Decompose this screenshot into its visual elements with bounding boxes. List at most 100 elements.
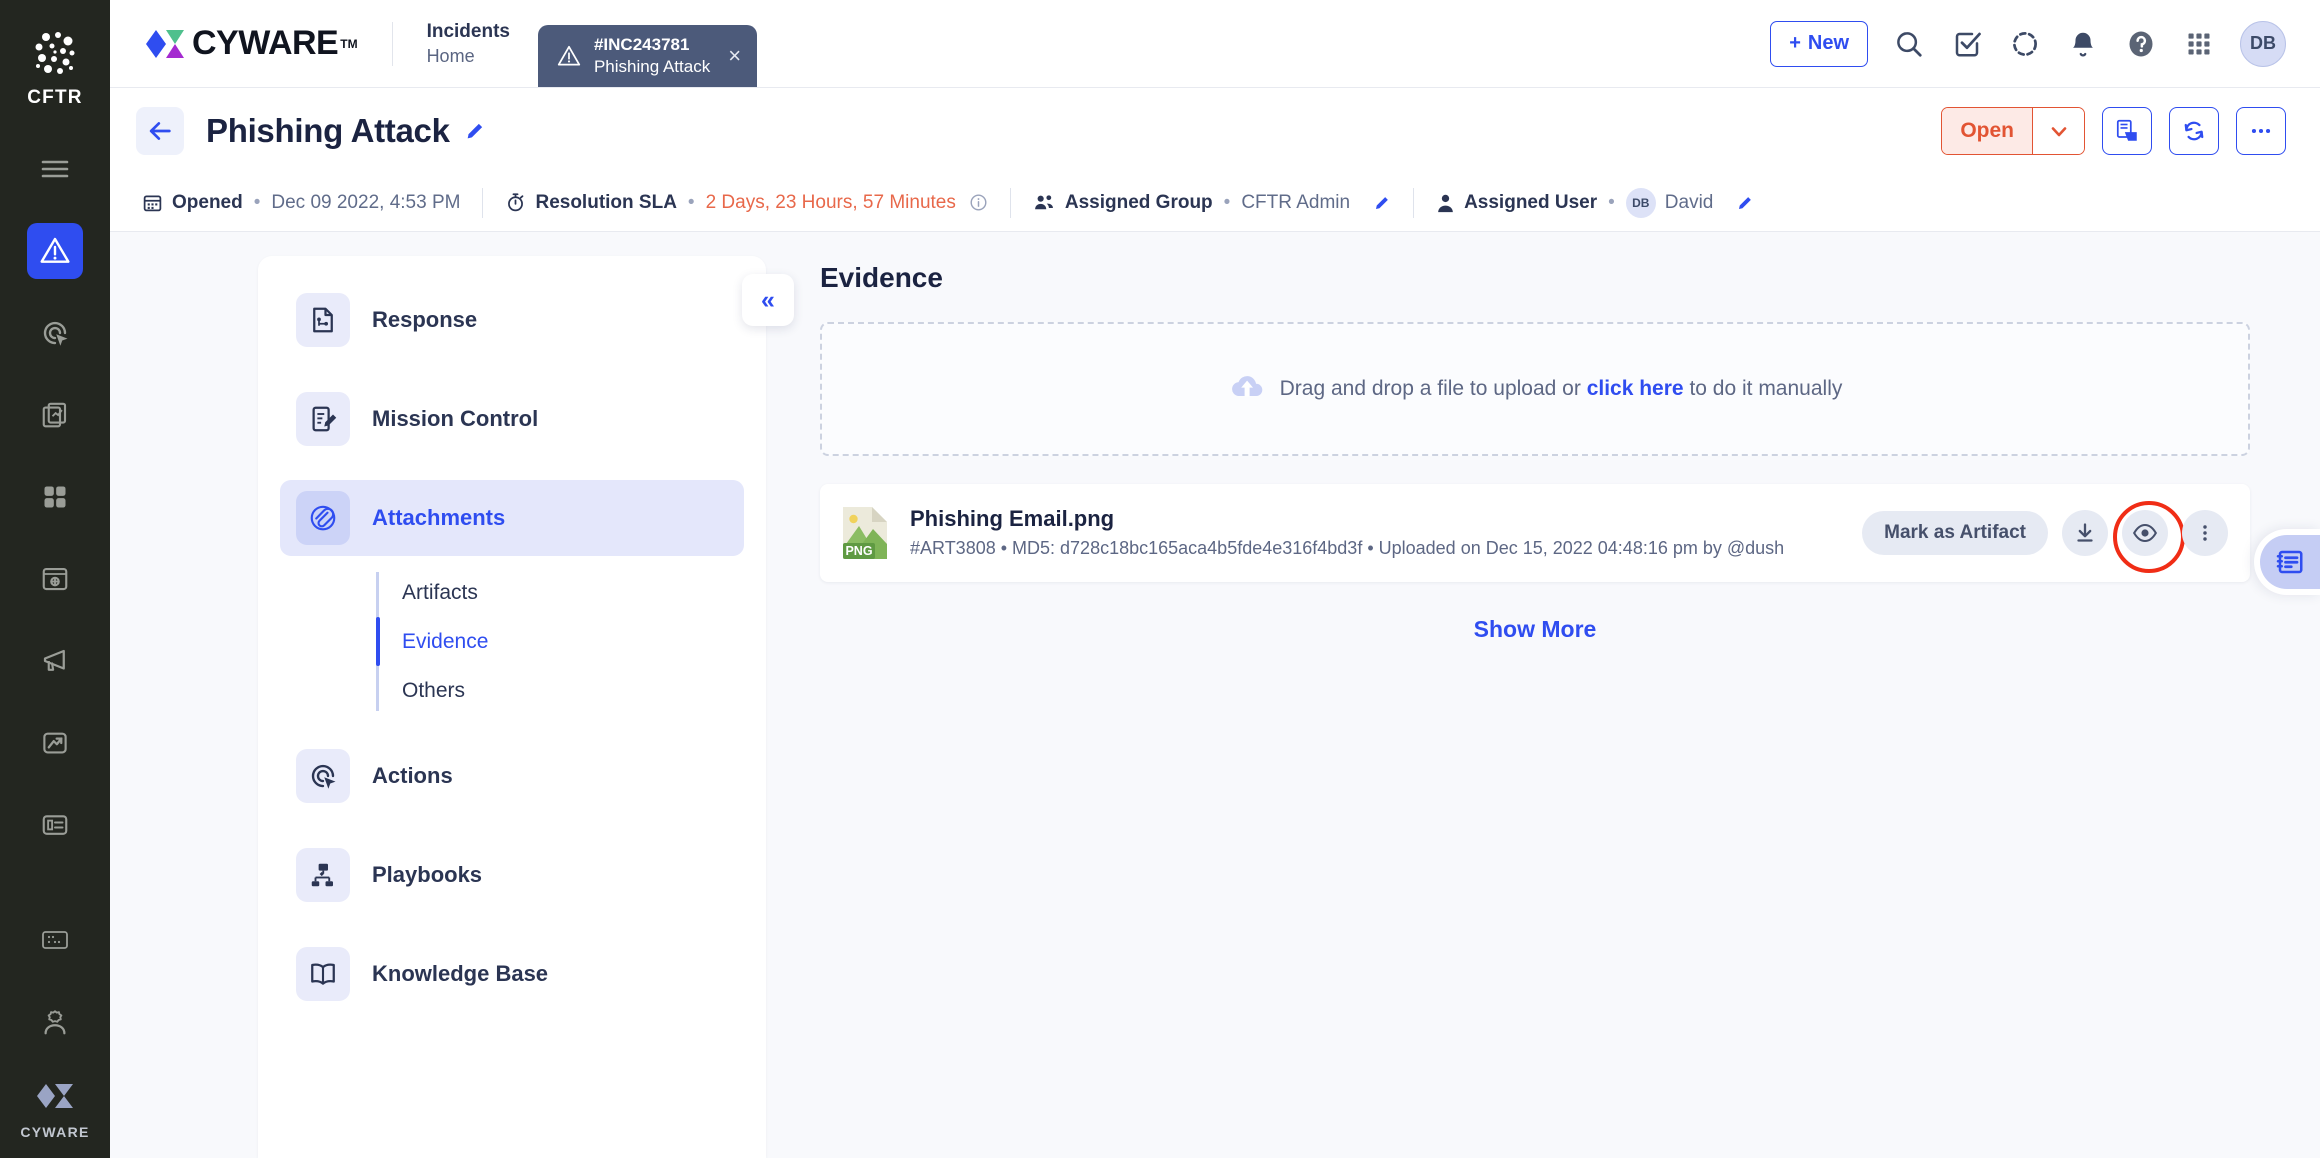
nav-item-label: Actions bbox=[372, 763, 453, 789]
nav-item-actions[interactable]: Actions bbox=[280, 738, 744, 814]
opened-label: Opened bbox=[172, 192, 243, 214]
user-value: David bbox=[1665, 192, 1714, 214]
more-options-icon[interactable] bbox=[2236, 107, 2286, 155]
settings-window-icon bbox=[40, 564, 70, 594]
nav-item-label: Attachments bbox=[372, 505, 505, 531]
merge-incident-icon[interactable] bbox=[2102, 107, 2152, 155]
sla-value: 2 Days, 23 Hours, 57 Minutes bbox=[706, 192, 956, 214]
sub-item-artifacts[interactable]: Artifacts bbox=[402, 568, 766, 617]
meta-sla: Resolution SLA • 2 Days, 23 Hours, 57 Mi… bbox=[505, 192, 987, 214]
incident-actions: Open bbox=[1941, 107, 2286, 155]
apps-grid-icon[interactable] bbox=[2182, 27, 2216, 61]
cyware-logo-icon bbox=[144, 22, 188, 66]
meta-opened: Opened • Dec 09 2022, 4:53 PM bbox=[142, 192, 460, 214]
calendar-icon bbox=[142, 192, 163, 213]
evidence-file-row[interactable]: PNG Phishing Email.png #ART3808 • MD5: d… bbox=[820, 484, 2250, 582]
open-incident-tab[interactable]: #INC243781 Phishing Attack × bbox=[538, 25, 757, 87]
status-badge[interactable]: Open bbox=[1941, 107, 2085, 155]
user-icon bbox=[1436, 192, 1455, 214]
sidebar-item-records[interactable] bbox=[27, 797, 83, 853]
notes-panel-icon bbox=[2275, 547, 2305, 577]
trending-icon bbox=[40, 728, 70, 758]
page-body: « Response Mission Control bbox=[110, 232, 2320, 1158]
sidebar-item-admin[interactable] bbox=[27, 994, 83, 1050]
actions-target-icon bbox=[40, 318, 70, 348]
sidebar-item-announcements[interactable] bbox=[27, 633, 83, 689]
meta-separator bbox=[1010, 188, 1011, 218]
file-dropzone[interactable]: Drag and drop a file to upload or click … bbox=[820, 322, 2250, 456]
avatar[interactable]: DB bbox=[2240, 21, 2286, 67]
cyware-brand[interactable]: CYWARE TM bbox=[144, 22, 358, 66]
refresh-icon[interactable] bbox=[2169, 107, 2219, 155]
nav-gap bbox=[258, 814, 766, 837]
group-label: Assigned Group bbox=[1065, 192, 1213, 214]
breadcrumb-section: Incidents bbox=[427, 19, 510, 45]
edit-user-pencil-icon[interactable] bbox=[1736, 194, 1754, 212]
eye-icon[interactable] bbox=[2122, 510, 2168, 556]
back-arrow-icon[interactable] bbox=[136, 107, 184, 155]
plus-icon: + bbox=[1789, 32, 1801, 55]
sidebar-item-settings[interactable] bbox=[27, 551, 83, 607]
edit-title-pencil-icon[interactable] bbox=[464, 120, 486, 142]
playbooks-flow-icon bbox=[296, 848, 350, 902]
meta-assigned-group: Assigned Group • CFTR Admin bbox=[1033, 191, 1391, 214]
tasks-icon[interactable] bbox=[1950, 27, 1984, 61]
help-icon[interactable] bbox=[2124, 27, 2158, 61]
nav-item-attachments[interactable]: Attachments bbox=[280, 480, 744, 556]
sidebar-item-actions[interactable] bbox=[27, 305, 83, 361]
breadcrumb-page: Home bbox=[427, 44, 510, 68]
evidence-content: Evidence Drag and drop a file to upload … bbox=[766, 256, 2320, 1158]
sidebar-item-analytics[interactable] bbox=[27, 715, 83, 771]
trademark-symbol: TM bbox=[340, 37, 357, 51]
group-icon bbox=[1033, 191, 1056, 214]
nav-item-knowledge-base[interactable]: Knowledge Base bbox=[280, 936, 744, 1012]
sublist-active-marker bbox=[376, 617, 380, 666]
terminal-icon bbox=[41, 928, 69, 952]
sidebar-item-console[interactable] bbox=[27, 912, 83, 968]
content-heading: Evidence bbox=[820, 262, 2250, 294]
breadcrumb[interactable]: Incidents Home bbox=[427, 19, 510, 69]
sidebar-item-apps[interactable] bbox=[27, 469, 83, 525]
actions-target-icon bbox=[296, 749, 350, 803]
info-icon[interactable] bbox=[969, 193, 988, 212]
nav-item-label: Response bbox=[372, 307, 477, 333]
sub-item-others[interactable]: Others bbox=[402, 666, 766, 715]
status-label[interactable]: Open bbox=[1942, 108, 2032, 154]
click-here-link[interactable]: click here bbox=[1587, 377, 1684, 400]
id-card-icon bbox=[40, 810, 70, 840]
nav-item-response[interactable]: Response bbox=[280, 282, 744, 358]
more-vertical-icon[interactable] bbox=[2182, 510, 2228, 556]
file-row-actions: Mark as Artifact bbox=[1844, 510, 2228, 556]
main-column: CYWARE TM Incidents Home #INC243781 Phis… bbox=[110, 0, 2320, 1158]
bell-icon[interactable] bbox=[2066, 27, 2100, 61]
sidebar-item-reports[interactable] bbox=[27, 387, 83, 443]
chevron-down-icon[interactable] bbox=[2032, 108, 2084, 154]
nav-item-label: Mission Control bbox=[372, 406, 538, 432]
hamburger-icon[interactable] bbox=[27, 141, 83, 197]
page-title: Phishing Attack bbox=[206, 112, 450, 150]
opened-value: Dec 09 2022, 4:53 PM bbox=[271, 192, 460, 214]
mark-as-artifact-button[interactable]: Mark as Artifact bbox=[1862, 511, 2048, 555]
sub-item-evidence[interactable]: Evidence bbox=[402, 617, 766, 666]
response-doc-icon bbox=[296, 293, 350, 347]
search-icon[interactable] bbox=[1892, 27, 1926, 61]
mission-control-icon bbox=[296, 392, 350, 446]
cftr-logo: CFTR bbox=[27, 28, 82, 109]
download-icon[interactable] bbox=[2062, 510, 2108, 556]
show-more-button[interactable]: Show More bbox=[820, 616, 2250, 643]
meta-dot: • bbox=[1224, 192, 1231, 214]
sidebar-item-incidents[interactable] bbox=[27, 223, 83, 279]
reports-icon bbox=[40, 400, 70, 430]
incident-header: Phishing Attack Open bbox=[110, 88, 2320, 174]
nav-item-playbooks[interactable]: Playbooks bbox=[280, 837, 744, 913]
top-divider bbox=[392, 22, 393, 66]
nav-item-label: Knowledge Base bbox=[372, 961, 548, 987]
notes-panel-tab[interactable] bbox=[2254, 529, 2320, 595]
activity-ring-icon[interactable] bbox=[2008, 27, 2042, 61]
meta-assigned-user: Assigned User • DB David bbox=[1436, 188, 1754, 218]
nav-item-mission-control[interactable]: Mission Control bbox=[280, 381, 744, 457]
edit-group-pencil-icon[interactable] bbox=[1373, 194, 1391, 212]
close-icon[interactable]: × bbox=[728, 43, 741, 69]
new-button[interactable]: + New bbox=[1770, 21, 1868, 67]
collapse-panel-button[interactable]: « bbox=[742, 274, 794, 326]
